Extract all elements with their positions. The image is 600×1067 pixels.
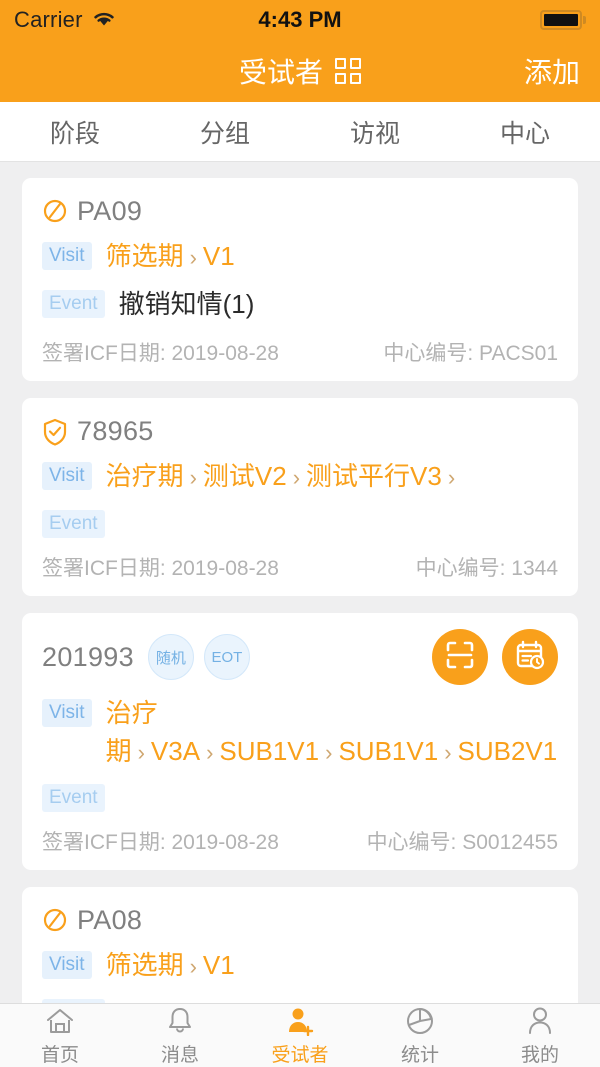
subject-card[interactable]: 201993 随机 EOT Visit 治疗期 › V3A › SUB1V1 › SUB1V1… (22, 613, 578, 871)
home-icon (45, 1005, 75, 1037)
path-separator: › (292, 465, 301, 491)
carrier-label: Carrier (14, 7, 83, 32)
visit-path[interactable]: 治疗期 › V3A › SUB1V1 › SUB1V1 › SUB2V1 (106, 695, 558, 770)
event-row: Event 撤销知情(1) (42, 286, 558, 324)
visit-path[interactable]: 治疗期 › 测试V2 › 测试平行V3 › (106, 458, 462, 496)
subject-id: 201993 (42, 641, 134, 672)
battery-full-icon (540, 10, 582, 30)
page-title-label: 受试者 (238, 57, 323, 88)
event-text: 撤销知情(1) (118, 288, 255, 319)
subject-card-footer: 签署ICF日期: 2019-08-28 中心编号: S0012455 (42, 826, 558, 856)
subject-card-header: PA09 (42, 194, 558, 228)
subject-list[interactable]: PA09 Visit 筛选期 › V1 Event 撤销知情(1) 签署ICF日期:… (0, 162, 600, 1003)
subject-id: PA08 (77, 904, 143, 935)
tab-label: 消息 (160, 1044, 199, 1066)
path-separator: › (444, 739, 452, 765)
subject-card[interactable]: PA09 Visit 筛选期 › V1 Event 撤销知情(1) 签署ICF日期:… (22, 178, 578, 382)
chip-label: 随机 (155, 649, 186, 667)
visit-row: Visit 治疗期 › V3A › SUB1V1 › SUB1V1 › SUB2V1 (42, 695, 558, 770)
subject-card-header: PA08 (42, 903, 558, 937)
user-icon (526, 1005, 554, 1037)
circle-slash-icon (42, 907, 68, 933)
filter-tab-group[interactable]: 分组 (150, 114, 300, 150)
tab-user-plus[interactable]: 受试者 (240, 1005, 360, 1067)
app-screen: Carrier 4:43 PM 受试者 添加 阶段 分组 访视 中心 PA09 … (0, 0, 600, 1067)
bottom-tab-bar: 首页 消息 受试者 统计 我的 (0, 1003, 600, 1067)
filter-tab-visit[interactable]: 访视 (300, 114, 450, 150)
visit-row: Visit 筛选期 › V1 (42, 947, 558, 985)
path-separator: › (206, 739, 214, 765)
pie-chart-icon (405, 1005, 435, 1037)
event-badge: Event (42, 510, 105, 539)
path-separator: › (447, 465, 456, 491)
tab-label: 统计 (400, 1044, 439, 1066)
visit-badge: Visit (42, 699, 92, 728)
subject-status-chips: 随机 EOT (147, 634, 250, 681)
chip-label: EOT (211, 648, 243, 666)
filter-tab-center[interactable]: 中心 (450, 114, 600, 150)
subject-card-footer: 签署ICF日期: 2019-08-28 中心编号: PACS01 (42, 337, 558, 367)
shield-check-icon (42, 418, 68, 446)
chip-randomized[interactable]: 随机 (147, 634, 194, 681)
site-number: 中心编号: PACS01 (383, 342, 558, 366)
calendar-clock-icon (513, 638, 547, 677)
subject-card-footer: 签署ICF日期: 2019-08-28 中心编号: 1344 (42, 552, 558, 582)
tab-label: 首页 (40, 1044, 79, 1066)
subject-id: 78965 (77, 415, 154, 446)
scan-icon (443, 638, 477, 677)
scan-code-button[interactable] (432, 629, 488, 686)
site-number: 中心编号: 1344 (415, 557, 558, 581)
visit-badge: Visit (42, 462, 92, 491)
tab-label: 我的 (520, 1044, 559, 1066)
page-title[interactable]: 受试者 (239, 51, 361, 91)
visit-row: Visit 筛选期 › V1 (42, 238, 558, 276)
status-bar-right (540, 10, 586, 30)
event-row: Event (42, 506, 558, 539)
icf-sign-date: 签署ICF日期: 2019-08-28 (42, 342, 279, 366)
path-separator: › (189, 465, 197, 491)
tab-user[interactable]: 我的 (480, 1005, 600, 1067)
subject-card-actions (432, 629, 558, 686)
path-separator: › (189, 954, 197, 980)
battery-cap (583, 16, 586, 24)
circle-slash-icon (42, 198, 68, 224)
path-separator: › (189, 245, 197, 270)
grid-view-icon[interactable] (335, 58, 361, 84)
bell-icon (166, 1005, 194, 1037)
subject-card[interactable]: PA08 Visit 筛选期›V1 Event 签署ICF日期: 2019-08… (22, 887, 578, 1003)
tab-pie-chart[interactable]: 统计 (360, 1005, 480, 1067)
user-plus-icon (285, 1005, 315, 1037)
event-badge: Event (42, 784, 105, 813)
navigation-bar: 受试者 添加 (0, 40, 600, 102)
visit-path[interactable]: 筛选期 › V1 (106, 238, 235, 276)
path-separator: › (137, 739, 145, 765)
subject-id: PA09 (77, 195, 143, 226)
filter-tab-stage[interactable]: 阶段 (0, 114, 150, 150)
visit-path[interactable]: 筛选期 › V1 (106, 947, 235, 985)
icf-sign-date: 签署ICF日期: 2019-08-28 (42, 831, 279, 855)
subject-card[interactable]: 78965 Visit 治疗期 › 测试V2 › 测试平行V3 › Event 签署ICF… (22, 398, 578, 597)
status-bar: Carrier 4:43 PM (0, 0, 600, 40)
filter-tab-bar: 阶段 分组 访视 中心 (0, 102, 600, 162)
site-number: 中心编号: S0012455 (366, 831, 558, 855)
visit-badge: Visit (42, 242, 92, 270)
path-separator: › (325, 739, 333, 765)
icf-sign-date: 签署ICF日期: 2019-08-28 (42, 557, 279, 581)
visit-badge: Visit (42, 951, 92, 980)
event-badge: Event (42, 289, 105, 318)
visit-schedule-button[interactable] (502, 629, 558, 686)
chip-eot[interactable]: EOT (203, 634, 250, 681)
subject-card-header: 78965 (42, 414, 558, 448)
visit-row: Visit 治疗期 › 测试V2 › 测试平行V3 › (42, 458, 558, 496)
tab-home[interactable]: 首页 (0, 1005, 120, 1067)
tab-bell[interactable]: 消息 (120, 1005, 240, 1067)
wifi-icon (91, 8, 117, 33)
event-row: Event (42, 780, 558, 813)
event-row: Event (42, 995, 558, 1003)
add-subject-button[interactable]: 添加 (524, 51, 580, 91)
status-bar-left: Carrier (14, 7, 117, 33)
subject-card-header: 201993 随机 EOT (42, 629, 558, 686)
tab-label: 受试者 (271, 1044, 329, 1066)
